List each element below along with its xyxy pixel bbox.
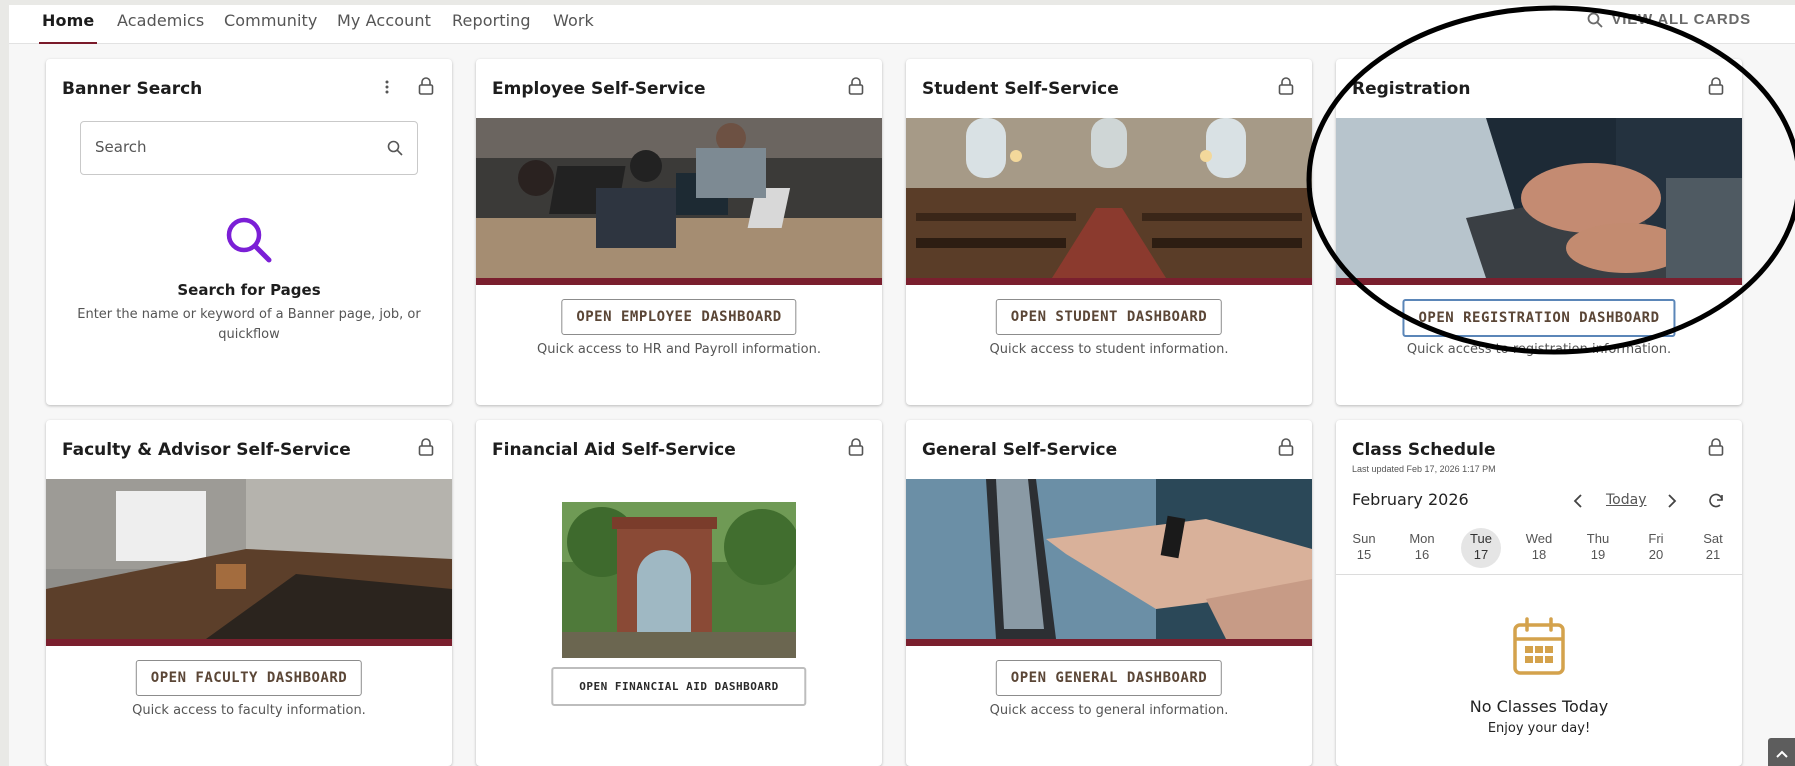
no-classes-title: No Classes Today: [1469, 697, 1609, 716]
card-title: Faculty & Advisor Self-Service: [62, 440, 351, 460]
banner-search-box[interactable]: [80, 121, 418, 175]
general-self-service-card: General Self-Service OPEN GENERAL DASHBO…: [906, 420, 1312, 766]
photo-band: [476, 278, 882, 285]
divider: [1336, 574, 1742, 575]
top-nav: Home Academics Community My Account Repo…: [9, 5, 1795, 44]
student-self-service-card: Student Self-Service OPEN STUDENT DASHBO…: [906, 59, 1312, 405]
photo-band: [46, 639, 452, 646]
tab-home[interactable]: Home: [38, 11, 98, 44]
lock-icon[interactable]: [418, 77, 434, 95]
scroll-to-top-button[interactable]: [1768, 738, 1795, 766]
campus-arch-photo: [562, 502, 796, 658]
chevron-left-icon[interactable]: [1572, 493, 1584, 509]
employee-photo: [476, 118, 882, 278]
view-all-cards-link[interactable]: VIEW ALL CARDS: [1587, 11, 1751, 28]
open-general-dashboard-button[interactable]: OPEN GENERAL DASHBOARD: [995, 660, 1223, 696]
card-title: Student Self-Service: [922, 79, 1119, 99]
day-tue-selected[interactable]: Tue 17: [1461, 528, 1501, 568]
card-title: Registration: [1352, 79, 1471, 99]
page: Home Academics Community My Account Repo…: [9, 5, 1795, 766]
lock-icon[interactable]: [1708, 77, 1724, 95]
tab-my-account[interactable]: My Account: [337, 11, 431, 44]
last-updated-text: Last updated Feb 17, 2026 1:17 PM: [1352, 464, 1496, 474]
day-thu[interactable]: Thu 19: [1578, 531, 1618, 563]
day-fri[interactable]: Fri 20: [1636, 531, 1676, 563]
tab-academics[interactable]: Academics: [117, 11, 204, 44]
card-description: Quick access to HR and Payroll informati…: [537, 342, 821, 357]
registration-card: Registration OPEN REGISTRATION DASHBOARD…: [1336, 59, 1742, 405]
card-description: Quick access to general information.: [989, 703, 1229, 718]
tab-community[interactable]: Community: [224, 11, 318, 44]
card-title: Banner Search: [62, 79, 203, 99]
day-wed[interactable]: Wed 18: [1519, 531, 1559, 563]
no-classes-subtitle: Enjoy your day!: [1487, 721, 1591, 736]
refresh-icon[interactable]: [1707, 492, 1725, 510]
tab-work[interactable]: Work: [553, 11, 594, 44]
tab-reporting[interactable]: Reporting: [452, 11, 531, 44]
open-employee-dashboard-button[interactable]: OPEN EMPLOYEE DASHBOARD: [561, 299, 797, 335]
more-options-icon[interactable]: [384, 79, 390, 95]
card-title: General Self-Service: [922, 440, 1118, 460]
open-faculty-dashboard-button[interactable]: OPEN FACULTY DASHBOARD: [135, 660, 363, 696]
search-pages-description: Enter the name or keyword of a Banner pa…: [77, 307, 421, 342]
month-label: February 2026: [1352, 490, 1469, 509]
lock-icon[interactable]: [418, 438, 434, 456]
lock-icon[interactable]: [1708, 438, 1724, 456]
card-description: Quick access to student information.: [989, 342, 1229, 357]
view-all-label: VIEW ALL CARDS: [1611, 11, 1751, 28]
search-icon[interactable]: [387, 140, 403, 156]
search-input[interactable]: [95, 122, 375, 172]
day-sun[interactable]: Sun 15: [1344, 531, 1384, 563]
search-icon: [1588, 12, 1604, 28]
faculty-advisor-card: Faculty & Advisor Self-Service OPEN FACU…: [46, 420, 452, 766]
card-description: Quick access to registration information…: [1406, 342, 1672, 357]
open-student-dashboard-button[interactable]: OPEN STUDENT DASHBOARD: [995, 299, 1223, 335]
magnifier-illustration-icon: [226, 217, 272, 263]
card-title: Financial Aid Self-Service: [492, 440, 736, 460]
photo-band: [1336, 278, 1742, 285]
search-pages-heading: Search for Pages: [177, 281, 321, 299]
today-link[interactable]: Today: [1606, 492, 1647, 508]
employee-self-service-card: Employee Self-Service OPEN EMPLOYEE DASH…: [476, 59, 882, 405]
chevron-right-icon[interactable]: [1666, 493, 1678, 509]
open-registration-dashboard-button[interactable]: OPEN REGISTRATION DASHBOARD: [1402, 299, 1676, 337]
library-photo: [906, 118, 1312, 278]
card-description: Quick access to faculty information.: [132, 703, 366, 718]
card-title: Class Schedule: [1352, 440, 1496, 460]
calendar-icon: [1513, 617, 1565, 675]
class-schedule-card: Class Schedule Last updated Feb 17, 2026…: [1336, 420, 1742, 766]
open-financial-aid-dashboard-button[interactable]: OPEN FINANCIAL AID DASHBOARD: [551, 667, 807, 706]
financial-aid-card: Financial Aid Self-Service OPEN FINANCIA…: [476, 420, 882, 766]
photo-band: [906, 639, 1312, 646]
day-sat[interactable]: Sat 21: [1693, 531, 1733, 563]
lecture-hall-photo: [46, 479, 452, 639]
touchscreen-photo: [906, 479, 1312, 639]
lock-icon[interactable]: [1278, 438, 1294, 456]
lock-icon[interactable]: [1278, 77, 1294, 95]
card-title: Employee Self-Service: [492, 79, 706, 99]
arrow-up-icon: [1776, 750, 1788, 758]
photo-band: [906, 278, 1312, 285]
day-mon[interactable]: Mon 16: [1402, 531, 1442, 563]
lock-icon[interactable]: [848, 77, 864, 95]
lock-icon[interactable]: [848, 438, 864, 456]
banner-search-card: Banner Search Search for Pages Enter the…: [46, 59, 452, 405]
laptop-typing-photo: [1336, 118, 1742, 278]
